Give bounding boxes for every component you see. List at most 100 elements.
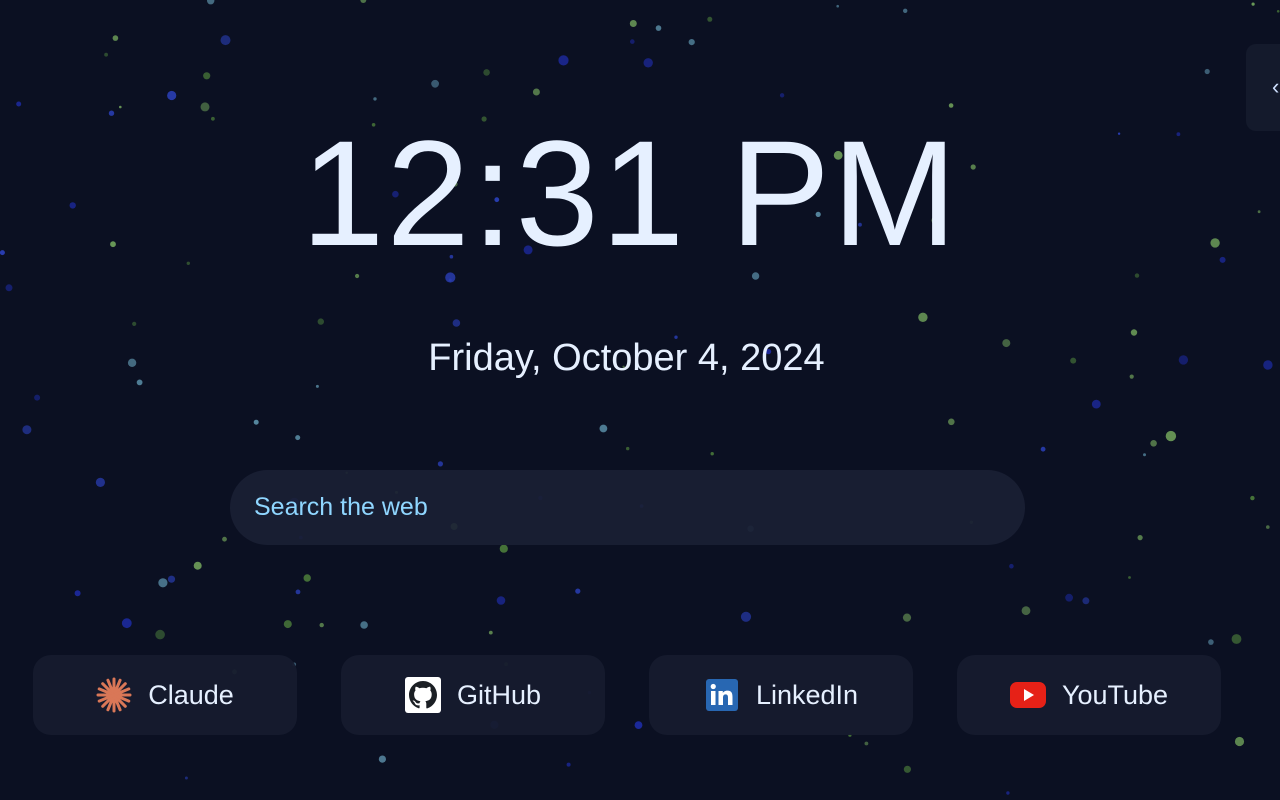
star-particle <box>74 590 81 597</box>
star-particle <box>1165 430 1177 442</box>
star-particle <box>158 578 168 588</box>
shortcut-label: YouTube <box>1061 679 1169 710</box>
search-bar[interactable] <box>230 470 1025 545</box>
star-particle <box>1134 273 1140 278</box>
star-particle <box>643 58 653 68</box>
youtube-icon <box>1009 677 1046 713</box>
star-particle <box>626 446 630 451</box>
star-particle <box>948 103 954 108</box>
star-particle <box>903 765 912 773</box>
star-particle <box>303 574 311 582</box>
star-particle <box>566 762 571 767</box>
shortcut-linkedin[interactable]: LinkedIn <box>649 655 913 735</box>
github-icon <box>404 677 441 713</box>
star-particle <box>283 620 292 629</box>
star-particle <box>360 621 368 629</box>
star-particle <box>373 97 377 101</box>
star-particle <box>1065 593 1073 602</box>
star-particle <box>1276 10 1280 13</box>
star-particle <box>1251 2 1255 6</box>
star-particle <box>599 424 608 433</box>
shortcut-youtube[interactable]: YouTube <box>957 655 1221 735</box>
star-particle <box>575 588 581 594</box>
star-particle <box>948 418 955 426</box>
new-tab-page: 12:31 PM Friday, October 4, 2024 ‹ <box>0 0 1280 800</box>
star-particle <box>317 318 324 325</box>
star-particle <box>121 618 132 629</box>
star-particle <box>437 461 443 467</box>
star-particle <box>488 630 493 635</box>
star-particle <box>1082 597 1090 605</box>
star-particle <box>864 741 869 746</box>
star-particle <box>1128 576 1131 579</box>
star-particle <box>1091 399 1101 409</box>
star-particle <box>499 544 508 553</box>
shortcut-label: LinkedIn <box>755 679 859 710</box>
star-particle <box>1231 634 1242 644</box>
star-particle <box>184 776 188 780</box>
star-particle <box>167 90 177 101</box>
star-particle <box>740 611 752 622</box>
search-input[interactable] <box>252 492 996 523</box>
star-particle <box>1234 736 1245 747</box>
star-particle <box>119 105 122 109</box>
star-particle <box>532 88 540 96</box>
star-particle <box>918 312 928 322</box>
shortcut-label: Claude <box>148 679 234 710</box>
star-particle <box>132 321 137 326</box>
star-particle <box>1009 563 1014 569</box>
star-particle <box>155 629 165 640</box>
star-particle <box>378 755 386 763</box>
star-particle <box>319 622 324 628</box>
star-particle <box>222 536 227 542</box>
star-particle <box>496 596 506 605</box>
star-particle <box>836 4 839 8</box>
clock-time: 12:31 PM <box>300 109 960 277</box>
star-particle <box>448 278 452 282</box>
star-particle <box>431 79 439 88</box>
star-particle <box>1021 606 1031 616</box>
star-particle <box>16 101 22 107</box>
star-particle <box>112 35 119 41</box>
star-particle <box>253 419 259 425</box>
star-particle <box>108 110 115 116</box>
star-particle <box>1137 535 1143 541</box>
star-particle <box>5 284 13 292</box>
star-particle <box>193 561 202 570</box>
star-particle <box>1130 329 1138 336</box>
star-particle <box>1208 639 1214 645</box>
star-particle <box>1250 495 1255 501</box>
shortcut-github[interactable]: GitHub <box>341 655 605 735</box>
star-particle <box>1266 525 1270 529</box>
linkedin-icon <box>704 677 740 713</box>
star-particle <box>295 589 301 595</box>
shortcut-claude[interactable]: Claude <box>33 655 297 735</box>
star-particle <box>558 55 569 66</box>
star-particle <box>483 69 490 76</box>
star-particle <box>203 72 211 80</box>
star-particle <box>688 39 695 46</box>
star-particle <box>1263 360 1273 370</box>
star-particle <box>200 102 210 112</box>
star-particle <box>1204 68 1210 75</box>
star-particle <box>295 435 301 441</box>
date-display: Friday, October 4, 2024 <box>428 337 825 379</box>
star-particle <box>655 25 662 31</box>
star-particle <box>1143 453 1146 457</box>
star-particle <box>207 0 215 5</box>
star-particle <box>104 52 108 57</box>
star-particle <box>220 35 231 46</box>
star-particle <box>1006 791 1010 795</box>
side-panel-icon: ‹ <box>1272 74 1280 99</box>
claude-icon <box>96 677 132 713</box>
star-particle <box>1150 440 1157 447</box>
star-particle <box>22 425 32 435</box>
star-particle <box>95 477 105 487</box>
star-particle <box>360 0 367 3</box>
star-particle <box>707 16 713 22</box>
star-particle <box>167 575 176 583</box>
star-particle <box>315 384 319 388</box>
star-particle <box>452 319 461 327</box>
shortcut-bar: Claude GitHub LinkedIn YouTube <box>33 655 1221 735</box>
side-panel-tab[interactable]: ‹ <box>1246 44 1280 131</box>
